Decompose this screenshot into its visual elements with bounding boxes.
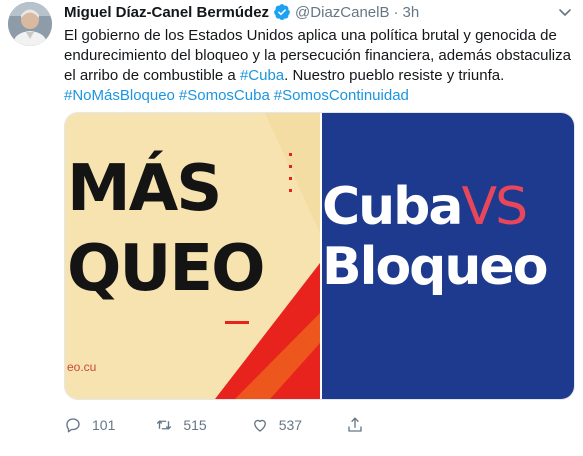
avatar[interactable] [8, 2, 52, 46]
share-button[interactable] [346, 416, 364, 434]
share-icon [348, 417, 362, 432]
like-count: 537 [278, 417, 303, 433]
tweet-timestamp[interactable]: 3h [402, 4, 419, 21]
tweet-text-line: el arribo de combustible a #Cuba. Nuestr… [64, 66, 576, 86]
author-handle[interactable]: @DiazCanelB [295, 4, 389, 21]
media-image-left[interactable]: MÁS QUEO eo.cu [65, 113, 320, 399]
poster-word-cuba: Cuba [322, 177, 463, 237]
author-name[interactable]: Miguel Díaz-Canel Bermúdez [64, 4, 269, 21]
hashtag-link[interactable]: #SomosContinuidad [274, 87, 409, 104]
media-grid: MÁS QUEO eo.cu CubaVS Bloqueo [64, 112, 575, 400]
hashtag-link[interactable]: #NoMásBloqueo [64, 87, 175, 104]
poster-text-line1: CubaVS [322, 177, 529, 237]
tweet-text-fragment: el arribo de combustible a [64, 67, 240, 84]
chevron-down-icon[interactable] [557, 4, 573, 20]
verified-badge-icon [273, 3, 291, 21]
media-image-right[interactable]: CubaVS Bloqueo [322, 113, 574, 399]
tweet-text-line: El gobierno de los Estados Unidos aplica… [64, 27, 557, 44]
poster-text-line2: QUEO [67, 232, 265, 306]
reply-count: 101 [92, 417, 116, 433]
poster-text-line2: Bloqueo [322, 237, 548, 297]
retweet-icon [157, 420, 172, 430]
tweet[interactable]: Miguel Díaz-Canel Bermúdez @DiazCanelB ·… [0, 0, 583, 456]
retweet-button[interactable]: 515 [155, 416, 207, 434]
hashtag-list: #NoMásBloqueo #SomosCuba #SomosContinuidad [64, 86, 576, 106]
poster-word-vs: VS [461, 177, 529, 237]
tweet-text-line: endurecimiento del bloqueo y la persecuc… [64, 47, 571, 64]
tweet-text: El gobierno de los Estados Unidos aplica… [64, 26, 576, 106]
reply-icon [66, 418, 80, 433]
heart-icon [253, 419, 266, 432]
retweet-count: 515 [183, 417, 207, 433]
separator-dot: · [393, 3, 399, 21]
tweet-text-fragment: . Nuestro pueblo resiste y triunfa. [284, 67, 505, 84]
reply-button[interactable]: 101 [64, 416, 115, 434]
poster-text-line1: MÁS [67, 152, 222, 226]
hashtag-link[interactable]: #SomosCuba [179, 87, 270, 104]
tweet-actions: 101 515 537 [64, 414, 384, 436]
like-button[interactable]: 537 [251, 416, 302, 434]
avatar-photo [8, 2, 52, 46]
tweet-header: Miguel Díaz-Canel Bermúdez @DiazCanelB ·… [64, 2, 419, 22]
poster-website: eo.cu [67, 360, 97, 374]
hashtag-link-cuba[interactable]: #Cuba [240, 67, 284, 84]
